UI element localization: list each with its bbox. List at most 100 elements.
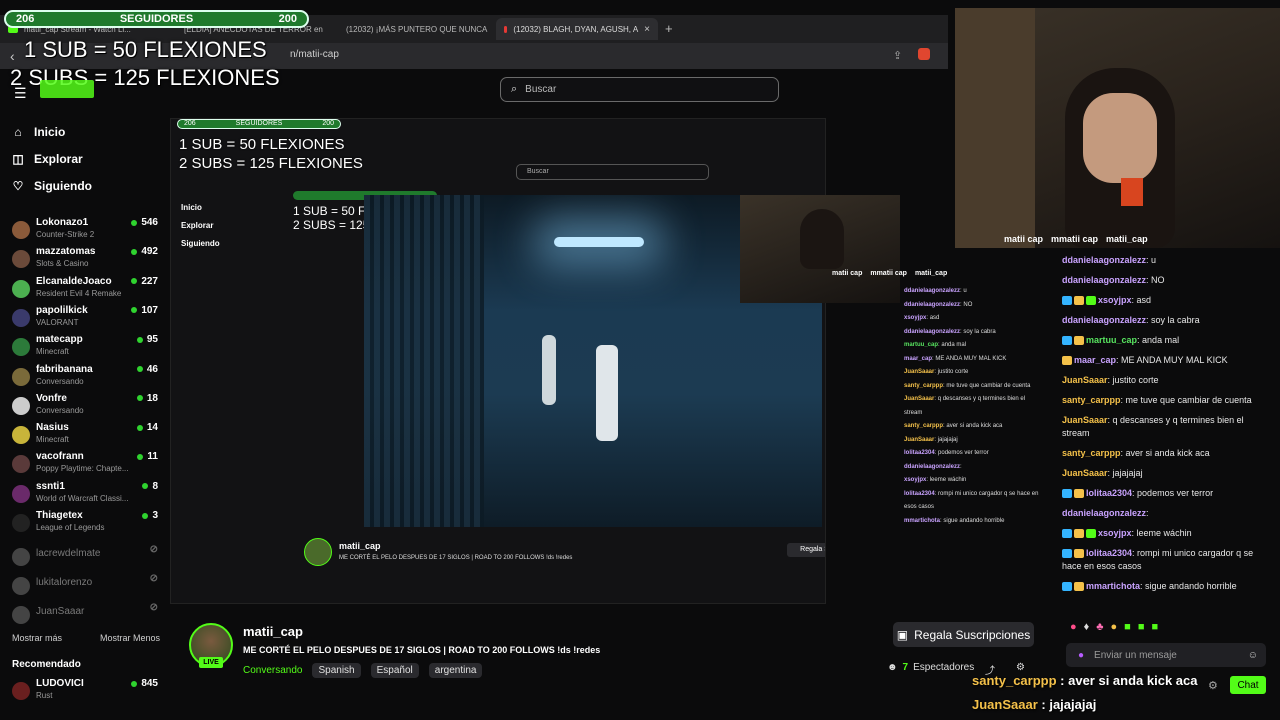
emote-icon[interactable]: ♦ [1084,621,1090,633]
avatar [12,279,30,298]
live-badge: LIVE [199,657,223,668]
search-input[interactable]: ⌕ Buscar [500,77,779,102]
chat-username[interactable]: xsoyjpx [1098,295,1132,305]
sidebar-offline-channel[interactable]: lukitalorenzo ⊘ [12,573,164,602]
sidebar-channel-item[interactable]: Thiagetex League of Legends 3 [12,510,164,539]
chat-badge-icon [1062,582,1072,592]
tag-chip[interactable]: Spanish [312,663,361,678]
chat-message: lolitaa2304: podemos ver terror [1062,487,1272,500]
settings-icon[interactable]: ⚙ [1016,662,1025,673]
chat-username[interactable]: lolitaa2304 [1086,548,1132,558]
chat-badge-icon [1062,549,1072,559]
chat-username[interactable]: JuanSaaar [1062,375,1108,385]
share-icon[interactable]: ⤴ [985,662,995,677]
emote-icon[interactable]: ● [1070,621,1077,633]
sidebar-channel-item[interactable]: Vonfre Conversando 18 [12,393,164,422]
sidebar-channel-item[interactable]: fabribanana Conversando 46 [12,364,164,393]
nav-explore[interactable]: ◫ Explorar [12,152,82,166]
heart-icon: ♡ [12,179,24,193]
nav-home[interactable]: ⌂ Inicio [12,125,65,139]
show-less-link[interactable]: Mostrar Menos [100,633,160,643]
emote-bar[interactable]: ● ♦ ♣ ● ■ ■ ■ [1070,621,1158,633]
close-tab-icon[interactable]: × [644,24,650,35]
live-dot-icon [131,307,138,314]
emote-icon[interactable]: ■ [1138,621,1145,633]
emote-icon[interactable]: ■ [1124,621,1131,633]
chat-username[interactable]: JuanSaaar [1062,468,1108,478]
live-dot-icon [131,278,138,285]
avatar [12,396,30,415]
back-icon[interactable]: ‹ [10,48,15,64]
chat-message: ddanielaagonzalezz: soy la cabra [1062,315,1200,325]
users-icon: ☻ [887,662,898,673]
chat-text: anda mal [1142,335,1180,345]
live-dot-icon [137,453,144,460]
chat-username[interactable]: santy_carppp [1062,395,1121,405]
chat-username[interactable]: ddanielaagonzalezz [1062,508,1146,518]
chat-text: asd [1136,295,1152,305]
chat-username[interactable]: ddanielaagonzalezz [1062,255,1146,265]
menu-icon[interactable]: ☰ [14,85,27,102]
browser-tab-3[interactable]: (12032) ¡MÁS PUNTERO QUE NUNCA [332,18,492,40]
home-icon: ⌂ [14,125,22,139]
emote-icon[interactable]: ● [1111,621,1118,633]
nested-avatar [304,538,332,566]
chat-text: sigue andando horrible [1145,581,1237,591]
emote-icon[interactable]: ♣ [1096,621,1103,633]
recommended-channel[interactable]: LUDOVICI Rust 845 [12,678,164,707]
sidebar-channel-item[interactable]: vacofrann Poppy Playtime: Chapte... 11 [12,451,164,480]
show-more-link[interactable]: Mostrar más [12,633,62,643]
kick-logo[interactable] [40,80,94,98]
category-link[interactable]: Conversando [243,665,302,676]
chat-badge-icon [1074,489,1084,499]
gear-icon[interactable]: ⚙ [1208,679,1218,692]
sidebar-channel-item[interactable]: mazzatomas Slots & Casino 492 [12,246,164,275]
channel-name[interactable]: matii_cap [243,624,303,639]
chat-text: aver si anda kick aca [1125,448,1210,458]
live-dot-icon [131,680,138,687]
chat-text: podemos ver terror [1137,488,1214,498]
gift-subscriptions-button[interactable]: ▣ Regala Suscripciones [893,622,1034,647]
chat-username[interactable]: lolitaa2304 [1086,488,1132,498]
chat-username[interactable]: ddanielaagonzalezz [1062,275,1146,285]
tag-chip[interactable]: argentina [428,663,483,678]
live-dot-icon [136,424,143,431]
sidebar-channel-item[interactable]: matecapp Minecraft 95 [12,334,164,363]
tag-chip[interactable]: Español [370,663,419,678]
new-tab-button[interactable]: + [665,21,673,36]
avatar [12,338,30,357]
chat-username[interactable]: ddanielaagonzalezz [1062,315,1146,325]
browser-tab-4[interactable]: (12032) BLAGH, DYAN, AGUSH, A × [496,18,658,40]
chat-username[interactable]: mmartichota [1086,581,1140,591]
sidebar-offline-channel[interactable]: lacrewdelmate ⊘ [12,544,164,573]
sidebar-channel-item[interactable]: ElcanaldeJoaco Resident Evil 4 Remake 227 [12,276,164,305]
sidebar-offline-channel[interactable]: JuanSaaar ⊘ [12,602,164,631]
fence-wall [364,195,484,527]
emoji-icon[interactable]: ☺ [1248,650,1258,661]
chat-input[interactable]: ● Enviar un mensaje ☺ [1066,643,1266,667]
chat-send-button[interactable]: Chat [1230,676,1266,694]
chat-username[interactable]: maar_cap [1074,355,1116,365]
nav-following[interactable]: ♡ Siguiendo [12,179,92,193]
chat-username[interactable]: santy_carppp [1062,448,1121,458]
chat-username[interactable]: JuanSaaar [1062,415,1108,425]
sidebar-channel-item[interactable]: Nasius Minecraft 14 [12,422,164,451]
mic-icon[interactable]: ● [1078,650,1084,661]
chat-message: ddanielaagonzalezz: NO [1062,275,1165,285]
chat-text: leeme wáchin [1136,528,1192,538]
emote-icon[interactable]: ■ [1151,621,1158,633]
sidebar-channel-item[interactable]: papolilkick VALORANT 107 [12,305,164,334]
nested-overlay-line-1: 1 SUB = 50 FLEXIONES [179,136,345,153]
figure-1 [542,335,556,405]
sidebar-channel-item[interactable]: Lokonazo1 Counter-Strike 2 546 [12,217,164,246]
nested-chat-message: lolitaa2304: podemos ver terror [904,450,989,456]
chat-text: justito corte [1112,375,1159,385]
sidebar-channel-item[interactable]: ssnti1 World of Warcraft Classi... 8 [12,481,164,510]
chat-text: ME ANDA MUY MAL KICK [1121,355,1228,365]
viewer-count: ☻ 7 Espectadores [887,662,975,673]
chat-message: lolitaa2304: rompi mi unico cargador q s… [1062,548,1254,571]
share-icon[interactable]: ⇪ [893,49,902,62]
chat-username[interactable]: martuu_cap [1086,335,1137,345]
brave-shield-icon[interactable] [918,48,930,60]
chat-username[interactable]: xsoyjpx [1098,528,1132,538]
